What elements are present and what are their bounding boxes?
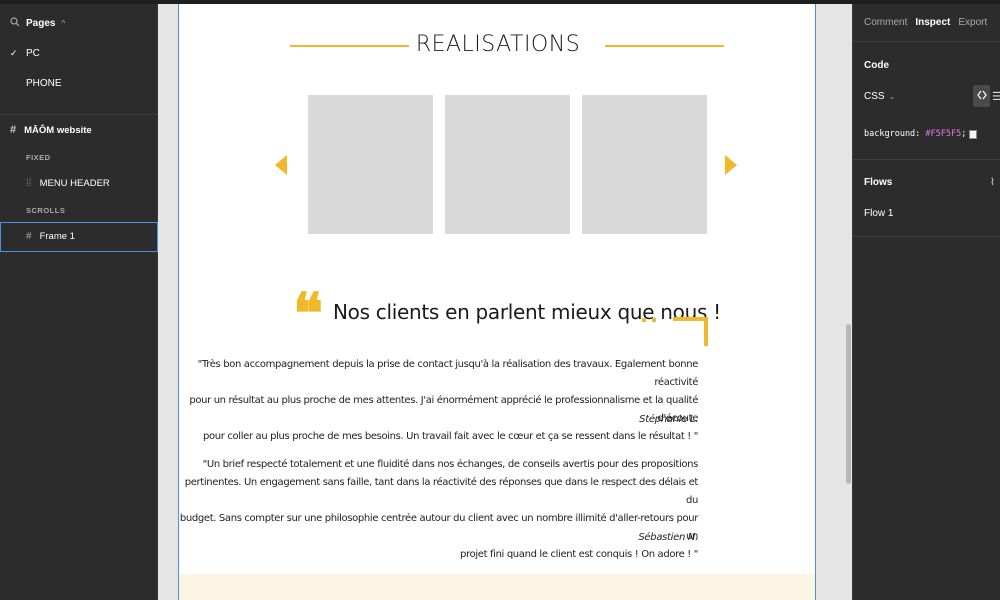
section-label-scrolls: SCROLLS (26, 206, 66, 215)
title-line-right (605, 45, 724, 47)
pages-header[interactable]: Pages ^ (10, 17, 65, 30)
gallery-image-placeholder (308, 95, 433, 234)
chevron-up-icon[interactable]: ^ (61, 19, 65, 28)
decor-corner (673, 317, 708, 321)
search-icon[interactable] (10, 17, 20, 30)
layer-label: MENU HEADER (39, 178, 110, 189)
flows-icon[interactable]: ⌇ (990, 177, 995, 188)
decor-dot (642, 318, 646, 322)
right-panel: Comment Inspect Export Code CSS ⌄ ☰ back… (852, 4, 1000, 600)
divider (0, 114, 158, 115)
panel-tabs: Comment Inspect Export (864, 17, 987, 28)
canvas[interactable]: REALISATIONS ❝ Nos clients en parlent mi… (158, 4, 852, 600)
left-sidebar: Pages ^ ✓ PC PHONE # MĀÔM website FIXED … (0, 4, 158, 600)
gallery-image-placeholder (582, 95, 707, 234)
divider (853, 159, 1000, 160)
layer-file[interactable]: # MĀÔM website (10, 124, 92, 136)
color-swatch (969, 129, 978, 139)
arrow-left-icon[interactable] (275, 155, 287, 175)
frame-1[interactable]: REALISATIONS ❝ Nos clients en parlent mi… (178, 4, 816, 600)
gallery-image-placeholder (445, 95, 570, 234)
file-name: MĀÔM website (24, 124, 92, 136)
layer-menu-header[interactable]: ⁞⁞ MENU HEADER (26, 178, 110, 189)
tab-export[interactable]: Export (958, 17, 987, 28)
dotted-frame-icon: ⁞⁞ (26, 178, 32, 189)
layer-frame-1-selected[interactable] (0, 222, 158, 252)
page-label: PHONE (26, 78, 62, 89)
tab-inspect[interactable]: Inspect (915, 17, 950, 28)
decor-corner (704, 317, 708, 346)
testimonial-author: Sébastien N. (638, 532, 698, 543)
list-icon[interactable]: ☰ (992, 90, 1000, 103)
divider (853, 236, 1000, 237)
hash-frame-icon: # (26, 231, 32, 242)
testimonials-heading: Nos clients en parlent mieux que nous ! (333, 300, 721, 324)
testimonial-text: "Un brief respecté totalement et une flu… (179, 459, 698, 560)
page-item-phone[interactable]: PHONE (10, 78, 62, 89)
pages-label: Pages (26, 18, 56, 29)
code-value: #F5F5F5 (925, 129, 962, 139)
quote-icon: ❝ (293, 281, 324, 347)
divider (853, 41, 1000, 42)
testimonial-text: "Très bon accompagnement depuis la prise… (189, 359, 698, 442)
layer-label: Frame 1 (39, 231, 75, 242)
language-select[interactable]: CSS ⌄ (864, 91, 895, 102)
check-icon: ✓ (10, 48, 18, 58)
layer-frame-1[interactable]: # Frame 1 (26, 231, 75, 242)
page-label: PC (26, 48, 40, 59)
canvas-scrollbar[interactable] (846, 324, 851, 484)
page-item-pc[interactable]: ✓ PC (10, 48, 40, 59)
arrow-right-icon[interactable] (725, 155, 737, 175)
testimonial-author: Stéphanie L. (639, 414, 698, 425)
flow-item[interactable]: Flow 1 (864, 208, 893, 219)
tab-comment[interactable]: Comment (864, 17, 907, 28)
flows-heading: Flows (864, 177, 893, 188)
section-label-fixed: FIXED (26, 153, 51, 162)
css-code-line: background: #F5F5F5; (864, 129, 978, 139)
next-section-band (179, 574, 815, 600)
hash-frame-icon: # (10, 124, 17, 136)
chevron-down-icon: ⌄ (888, 92, 896, 101)
code-brackets-icon[interactable] (973, 85, 990, 107)
code-heading: Code (864, 60, 889, 71)
decor-dot (652, 318, 656, 322)
